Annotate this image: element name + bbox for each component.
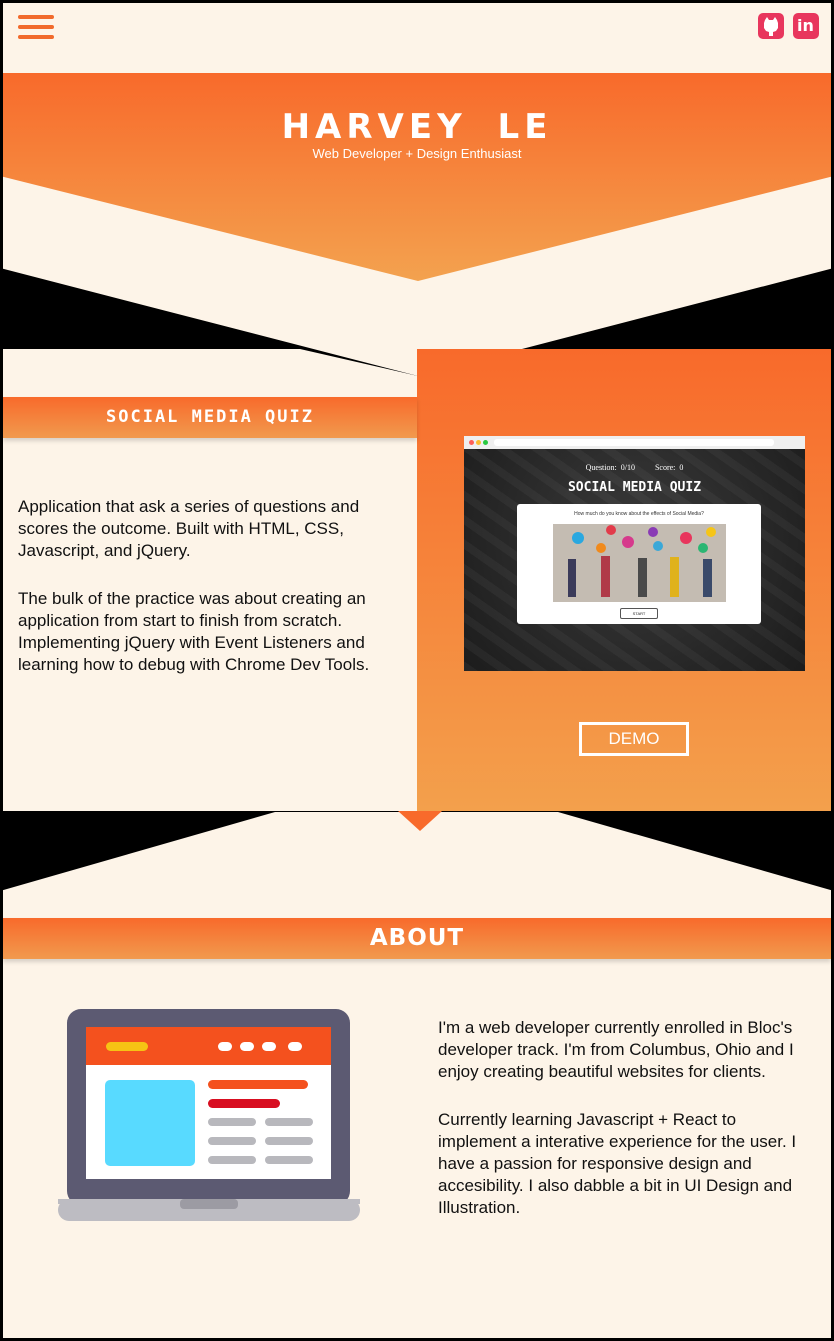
- preview-question: How much do you know about the effects o…: [574, 511, 704, 517]
- site-title: HARVEY LE: [281, 107, 553, 147]
- section-pointer: [398, 811, 442, 831]
- project-details: The bulk of the practice was about creat…: [18, 589, 370, 674]
- demo-button[interactable]: DEMO: [579, 722, 689, 756]
- preview-question-counter: Question: 0/10: [585, 463, 635, 472]
- preview-card: How much do you know about the effects o…: [517, 504, 761, 624]
- about-paragraph-learning: Currently learning Javascript + React to…: [438, 1110, 797, 1217]
- github-icon[interactable]: [758, 13, 784, 39]
- about-title-banner: ABOUT: [3, 918, 831, 959]
- preview-start-button: START: [620, 608, 658, 619]
- linkedin-glyph: in: [797, 16, 814, 35]
- page: in HARVEY LE Web Developer + Design Enth…: [3, 3, 831, 1338]
- hero-chevron: [3, 73, 831, 281]
- preview-photo: [553, 524, 726, 602]
- menu-icon[interactable]: [18, 15, 54, 43]
- site-tagline: Web Developer + Design Enthusiast: [312, 146, 522, 161]
- project-title-banner: SOCIAL MEDIA QUIZ: [3, 397, 417, 438]
- linkedin-icon[interactable]: in: [793, 13, 819, 39]
- browser-bar: [464, 436, 805, 449]
- preview-stats: Question: 0/10 Score: 0: [464, 463, 805, 472]
- project-screenshot: Question: 0/10 Score: 0 SOCIAL MEDIA QUI…: [464, 436, 805, 671]
- project-title: SOCIAL MEDIA QUIZ: [106, 407, 314, 427]
- project-description: Application that ask a series of questio…: [18, 497, 360, 560]
- laptop-illustration: [58, 1009, 360, 1221]
- preview-title: SOCIAL MEDIA QUIZ: [567, 480, 702, 495]
- about-title: ABOUT: [369, 925, 465, 951]
- about-paragraph-intro: I'm a web developer currently enrolled i…: [438, 1018, 794, 1081]
- preview-score: Score: 0: [654, 463, 684, 472]
